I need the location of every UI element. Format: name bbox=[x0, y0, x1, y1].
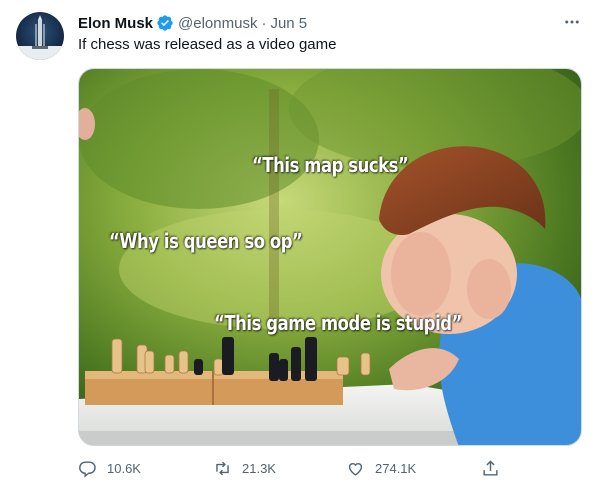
more-options-button[interactable] bbox=[562, 12, 582, 32]
reply-icon bbox=[79, 460, 96, 477]
verified-badge-icon bbox=[157, 15, 173, 31]
author-handle[interactable]: @elonmusk bbox=[178, 15, 257, 32]
share-button[interactable] bbox=[481, 456, 510, 480]
tweet-actions: 10.6K 21.3K 274.1K bbox=[78, 454, 582, 482]
tweet[interactable]: Elon Musk @elonmusk · Jun 5 If chess was… bbox=[0, 0, 598, 489]
separator-dot: · bbox=[261, 14, 267, 32]
share-icon bbox=[483, 459, 498, 476]
reply-button[interactable]: 10.6K bbox=[78, 456, 141, 480]
caption-queen-op: “Why is queen so op” bbox=[109, 229, 303, 253]
retweet-count: 21.3K bbox=[242, 460, 276, 476]
avatar[interactable] bbox=[16, 12, 64, 60]
retweet-button[interactable]: 21.3K bbox=[213, 456, 276, 480]
tweet-text: If chess was released as a video game bbox=[78, 36, 337, 53]
rocket-launch-avatar-image bbox=[16, 15, 64, 60]
heart-icon bbox=[348, 462, 363, 476]
more-options-icon bbox=[565, 20, 579, 24]
tweet-date[interactable]: Jun 5 bbox=[270, 15, 307, 32]
retweet-icon bbox=[216, 461, 229, 475]
reply-count: 10.6K bbox=[107, 460, 141, 476]
caption-game-mode-stupid: “This game mode is stupid” bbox=[214, 311, 462, 335]
caption-map-sucks: “This map sucks” bbox=[252, 153, 409, 177]
chess-boy-photo bbox=[79, 69, 581, 445]
author-name[interactable]: Elon Musk bbox=[78, 15, 153, 32]
tweet-media[interactable]: “This map sucks” “Why is queen so op” “T… bbox=[78, 68, 582, 446]
like-button[interactable]: 274.1K bbox=[346, 456, 416, 480]
like-count: 274.1K bbox=[375, 460, 417, 476]
tweet-header: Elon Musk @elonmusk · Jun 5 bbox=[78, 12, 307, 34]
